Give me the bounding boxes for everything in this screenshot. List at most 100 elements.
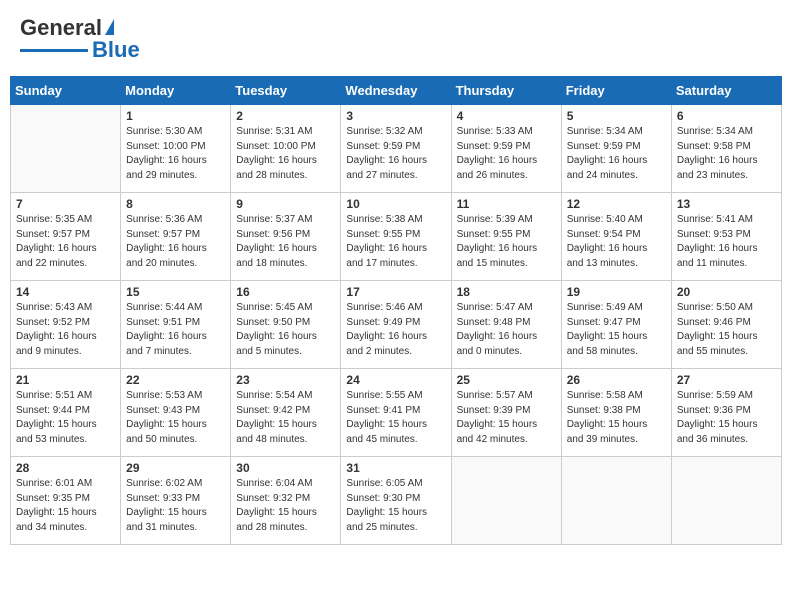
calendar-cell: 17 Sunrise: 5:46 AM Sunset: 9:49 PM Dayli… <box>341 281 451 369</box>
weekday-header: Thursday <box>451 77 561 105</box>
day-number: 29 <box>126 461 225 475</box>
day-number: 26 <box>567 373 666 387</box>
calendar-week-row: 21Sunrise: 5:51 AM Sunset: 9:44 PM Dayli… <box>11 369 782 457</box>
calendar-cell: 21Sunrise: 5:51 AM Sunset: 9:44 PM Dayli… <box>11 369 121 457</box>
day-info: Sunrise: 5:59 AM Sunset: 9:36 PM Dayligh… <box>677 389 776 447</box>
weekday-header: Wednesday <box>341 77 451 105</box>
day-number: 22 <box>126 373 225 387</box>
logo: General Blue <box>20 15 140 63</box>
day-number: 25 <box>457 373 556 387</box>
day-number: 24 <box>346 373 445 387</box>
calendar-cell: 2 Sunrise: 5:31 AM Sunset: 10:00 PM Dayli… <box>231 105 341 193</box>
calendar-cell: 15Sunrise: 5:44 AM Sunset: 9:51 PM Dayli… <box>121 281 231 369</box>
calendar-cell: 10 Sunrise: 5:38 AM Sunset: 9:55 PM Dayli… <box>341 193 451 281</box>
day-info: Sunrise: 5:54 AM Sunset: 9:42 PM Dayligh… <box>236 389 335 447</box>
day-info: Sunrise: 5:37 AM Sunset: 9:56 PM Dayligh… <box>236 213 335 271</box>
day-info: Sunrise: 5:36 AM Sunset: 9:57 PM Dayligh… <box>126 213 225 271</box>
weekday-header: Tuesday <box>231 77 341 105</box>
day-info: Sunrise: 5:50 AM Sunset: 9:46 PM Dayligh… <box>677 301 776 359</box>
calendar-cell: 26Sunrise: 5:58 AM Sunset: 9:38 PM Dayli… <box>561 369 671 457</box>
calendar-cell: 12 Sunrise: 5:40 AM Sunset: 9:54 PM Dayli… <box>561 193 671 281</box>
day-info: Sunrise: 5:49 AM Sunset: 9:47 PM Dayligh… <box>567 301 666 359</box>
calendar-cell: 18 Sunrise: 5:47 AM Sunset: 9:48 PM Dayli… <box>451 281 561 369</box>
weekday-header: Sunday <box>11 77 121 105</box>
calendar-cell: 30 Sunrise: 6:04 AM Sunset: 9:32 PM Dayli… <box>231 457 341 545</box>
day-info: Sunrise: 5:34 AM Sunset: 9:59 PM Dayligh… <box>567 125 666 183</box>
calendar-week-row: 14 Sunrise: 5:43 AM Sunset: 9:52 PM Dayli… <box>11 281 782 369</box>
weekday-header: Saturday <box>671 77 781 105</box>
day-info: Sunrise: 5:35 AM Sunset: 9:57 PM Dayligh… <box>16 213 115 271</box>
day-info: Sunrise: 5:43 AM Sunset: 9:52 PM Dayligh… <box>16 301 115 359</box>
day-number: 18 <box>457 285 556 299</box>
day-number: 4 <box>457 109 556 123</box>
weekday-header-row: SundayMondayTuesdayWednesdayThursdayFrid… <box>11 77 782 105</box>
calendar-cell <box>11 105 121 193</box>
day-number: 1 <box>126 109 225 123</box>
day-info: Sunrise: 6:04 AM Sunset: 9:32 PM Dayligh… <box>236 477 335 535</box>
logo-underline <box>20 49 88 52</box>
logo-triangle-icon <box>105 19 114 35</box>
day-info: Sunrise: 6:02 AM Sunset: 9:33 PM Dayligh… <box>126 477 225 535</box>
day-number: 13 <box>677 197 776 211</box>
calendar-cell: 28Sunrise: 6:01 AM Sunset: 9:35 PM Dayli… <box>11 457 121 545</box>
day-info: Sunrise: 5:47 AM Sunset: 9:48 PM Dayligh… <box>457 301 556 359</box>
day-number: 30 <box>236 461 335 475</box>
calendar-cell: 6 Sunrise: 5:34 AM Sunset: 9:58 PM Daylig… <box>671 105 781 193</box>
day-number: 17 <box>346 285 445 299</box>
calendar-cell: 13 Sunrise: 5:41 AM Sunset: 9:53 PM Dayli… <box>671 193 781 281</box>
day-info: Sunrise: 5:34 AM Sunset: 9:58 PM Dayligh… <box>677 125 776 183</box>
calendar-cell: 20Sunrise: 5:50 AM Sunset: 9:46 PM Dayli… <box>671 281 781 369</box>
calendar-cell: 7 Sunrise: 5:35 AM Sunset: 9:57 PM Daylig… <box>11 193 121 281</box>
day-info: Sunrise: 6:01 AM Sunset: 9:35 PM Dayligh… <box>16 477 115 535</box>
calendar-table: SundayMondayTuesdayWednesdayThursdayFrid… <box>10 76 782 545</box>
day-number: 8 <box>126 197 225 211</box>
day-number: 9 <box>236 197 335 211</box>
day-number: 31 <box>346 461 445 475</box>
calendar-cell: 22 Sunrise: 5:53 AM Sunset: 9:43 PM Dayli… <box>121 369 231 457</box>
calendar-cell: 5 Sunrise: 5:34 AM Sunset: 9:59 PM Daylig… <box>561 105 671 193</box>
day-number: 16 <box>236 285 335 299</box>
day-info: Sunrise: 5:32 AM Sunset: 9:59 PM Dayligh… <box>346 125 445 183</box>
day-info: Sunrise: 5:30 AM Sunset: 10:00 PM Daylig… <box>126 125 225 183</box>
calendar-cell: 3 Sunrise: 5:32 AM Sunset: 9:59 PM Daylig… <box>341 105 451 193</box>
calendar-cell: 23 Sunrise: 5:54 AM Sunset: 9:42 PM Dayli… <box>231 369 341 457</box>
day-info: Sunrise: 5:40 AM Sunset: 9:54 PM Dayligh… <box>567 213 666 271</box>
weekday-header: Monday <box>121 77 231 105</box>
day-info: Sunrise: 5:46 AM Sunset: 9:49 PM Dayligh… <box>346 301 445 359</box>
day-number: 27 <box>677 373 776 387</box>
calendar-cell: 29 Sunrise: 6:02 AM Sunset: 9:33 PM Dayli… <box>121 457 231 545</box>
day-number: 12 <box>567 197 666 211</box>
day-number: 7 <box>16 197 115 211</box>
calendar-cell: 11Sunrise: 5:39 AM Sunset: 9:55 PM Dayli… <box>451 193 561 281</box>
calendar-cell: 9 Sunrise: 5:37 AM Sunset: 9:56 PM Daylig… <box>231 193 341 281</box>
day-info: Sunrise: 5:53 AM Sunset: 9:43 PM Dayligh… <box>126 389 225 447</box>
calendar-week-row: 1 Sunrise: 5:30 AM Sunset: 10:00 PM Dayli… <box>11 105 782 193</box>
calendar-cell: 14 Sunrise: 5:43 AM Sunset: 9:52 PM Dayli… <box>11 281 121 369</box>
day-number: 10 <box>346 197 445 211</box>
day-number: 3 <box>346 109 445 123</box>
calendar-cell: 16 Sunrise: 5:45 AM Sunset: 9:50 PM Dayli… <box>231 281 341 369</box>
day-info: Sunrise: 5:44 AM Sunset: 9:51 PM Dayligh… <box>126 301 225 359</box>
day-info: Sunrise: 5:41 AM Sunset: 9:53 PM Dayligh… <box>677 213 776 271</box>
calendar-cell: 1 Sunrise: 5:30 AM Sunset: 10:00 PM Dayli… <box>121 105 231 193</box>
calendar-cell: 24 Sunrise: 5:55 AM Sunset: 9:41 PM Dayli… <box>341 369 451 457</box>
day-info: Sunrise: 5:31 AM Sunset: 10:00 PM Daylig… <box>236 125 335 183</box>
calendar-cell <box>451 457 561 545</box>
day-number: 23 <box>236 373 335 387</box>
calendar-cell: 8 Sunrise: 5:36 AM Sunset: 9:57 PM Daylig… <box>121 193 231 281</box>
day-info: Sunrise: 5:33 AM Sunset: 9:59 PM Dayligh… <box>457 125 556 183</box>
day-number: 14 <box>16 285 115 299</box>
day-info: Sunrise: 5:45 AM Sunset: 9:50 PM Dayligh… <box>236 301 335 359</box>
calendar-cell: 4 Sunrise: 5:33 AM Sunset: 9:59 PM Daylig… <box>451 105 561 193</box>
day-number: 2 <box>236 109 335 123</box>
day-info: Sunrise: 5:55 AM Sunset: 9:41 PM Dayligh… <box>346 389 445 447</box>
day-number: 6 <box>677 109 776 123</box>
day-info: Sunrise: 5:38 AM Sunset: 9:55 PM Dayligh… <box>346 213 445 271</box>
calendar-cell: 25Sunrise: 5:57 AM Sunset: 9:39 PM Dayli… <box>451 369 561 457</box>
day-number: 19 <box>567 285 666 299</box>
day-info: Sunrise: 6:05 AM Sunset: 9:30 PM Dayligh… <box>346 477 445 535</box>
calendar-cell <box>671 457 781 545</box>
page-header: General Blue <box>10 10 782 68</box>
day-number: 5 <box>567 109 666 123</box>
day-number: 11 <box>457 197 556 211</box>
